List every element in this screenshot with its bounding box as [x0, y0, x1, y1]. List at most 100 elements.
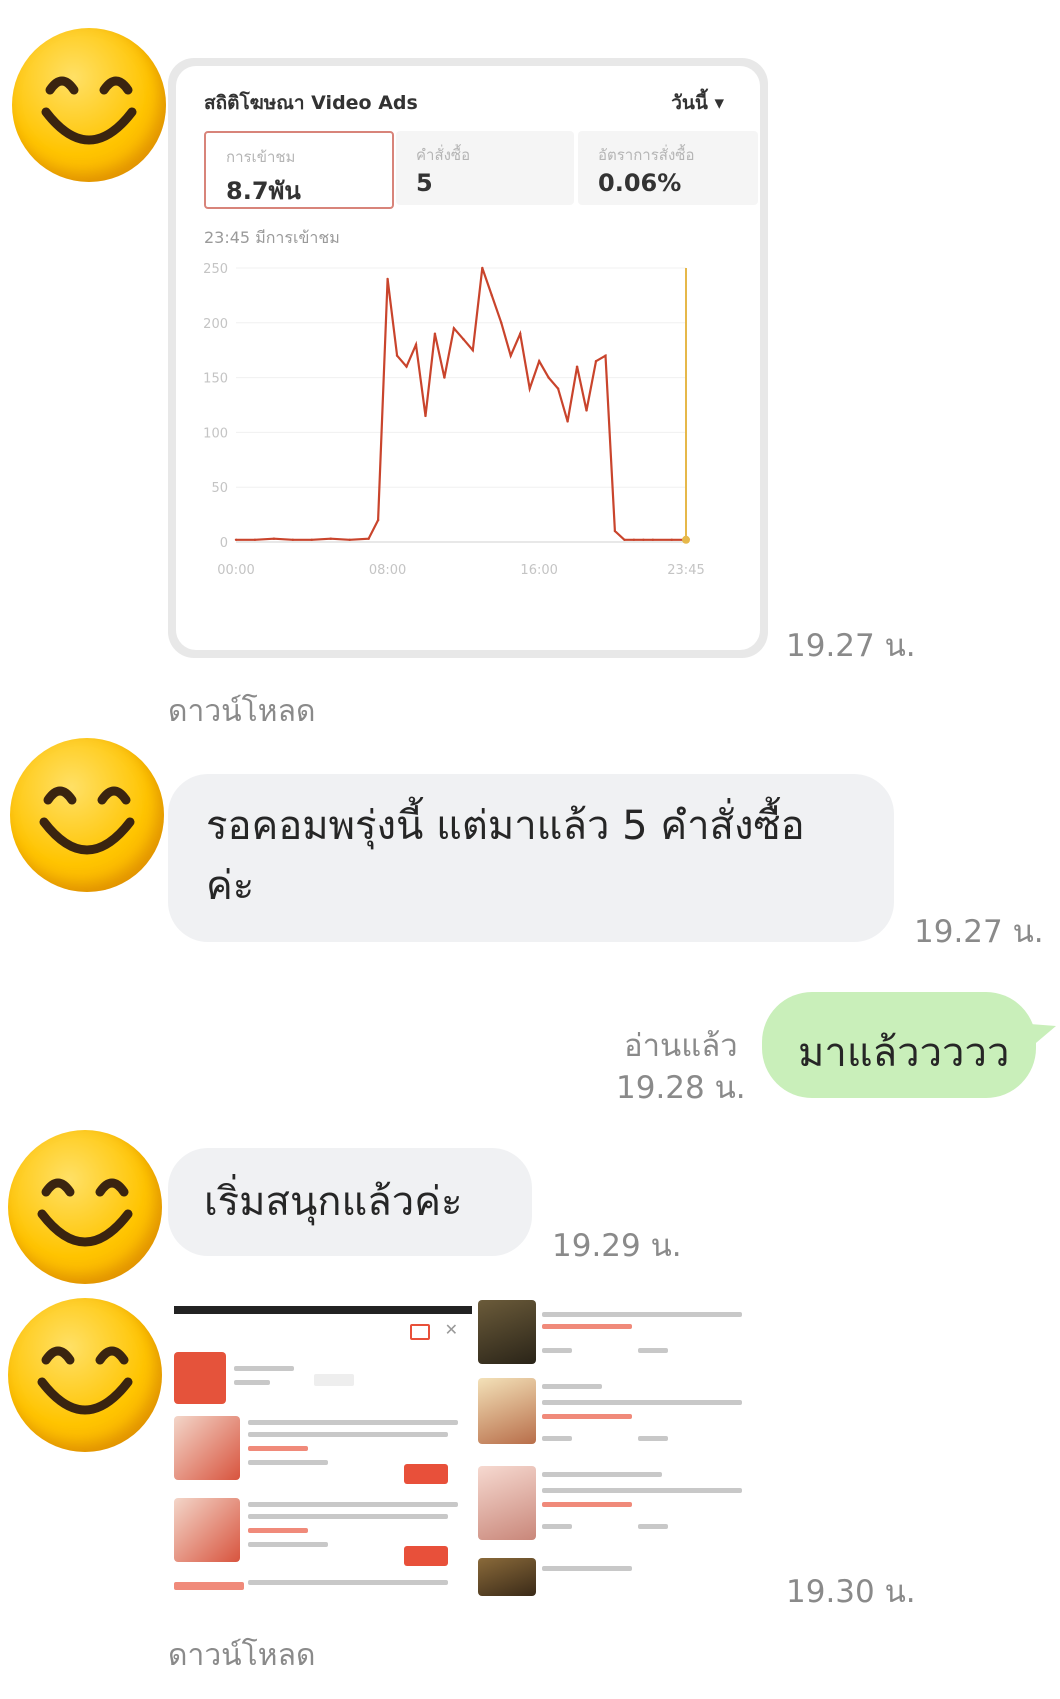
- chart-point: [443, 376, 446, 379]
- kpi-value: 5: [416, 169, 433, 197]
- message-time: 19.27 น.: [786, 628, 916, 664]
- video-list-panel: [478, 1296, 774, 1596]
- avatar[interactable]: [8, 1298, 162, 1452]
- smile-emoji-icon: [37, 1178, 133, 1247]
- chart-point: [386, 277, 389, 281]
- avatar[interactable]: [10, 738, 164, 892]
- chart-point: [481, 266, 484, 270]
- chart-point: [291, 538, 295, 542]
- chart-point: [537, 359, 541, 363]
- chart-cursor-dot: [682, 535, 690, 544]
- kpi-views: การเข้าชม 8.7พัน: [204, 131, 394, 209]
- video-thumbnail: [478, 1378, 536, 1444]
- x-tick-label: 16:00: [520, 563, 557, 578]
- kpi-value: 0.06%: [598, 169, 682, 197]
- y-tick-label: 150: [203, 372, 228, 387]
- kpi-label: คำสั่งซื้อ: [416, 146, 471, 164]
- chart-point: [234, 538, 238, 542]
- products-screenshot-image[interactable]: ✕: [168, 1296, 774, 1596]
- avatar[interactable]: [12, 28, 166, 182]
- chart-point: [348, 538, 351, 542]
- kpi-value: 8.7พัน: [226, 177, 301, 205]
- chart-point: [395, 354, 399, 357]
- chart-point: [500, 321, 503, 324]
- chart-point: [613, 529, 617, 533]
- chart-point: [253, 538, 257, 542]
- x-tick-label: 23:45: [667, 563, 704, 578]
- chart-point: [433, 332, 437, 335]
- stats-card: สถิติโฆษณา Video Ads วันนี้ ▾ การเข้าชม …: [176, 66, 760, 650]
- download-link[interactable]: ดาวน์โหลด: [168, 1632, 315, 1679]
- product-thumbnail: [174, 1416, 240, 1480]
- chart-series-line: [236, 267, 686, 541]
- chart-point: [585, 409, 588, 412]
- message-time: 19.30 น.: [786, 1574, 916, 1610]
- cart-icon: [410, 1324, 430, 1340]
- kpi-conversion: อัตราการสั่งซื้อ 0.06%: [578, 131, 758, 205]
- chart-point: [509, 354, 512, 357]
- message-text: มาแล้ววววว: [798, 1030, 1010, 1076]
- chart-point: [462, 338, 465, 341]
- kpi-label: การเข้าชม: [226, 148, 296, 166]
- product-thumbnail: [174, 1498, 240, 1562]
- shop-logo: [174, 1352, 226, 1404]
- chart-point: [329, 537, 332, 540]
- stats-title: สถิติโฆษณา Video Ads: [204, 92, 418, 114]
- message-text: รอคอมพรุ่งนี้ แต่มาแล้ว 5 คำสั่งซื้อค่ะ: [206, 803, 805, 909]
- views-line-chart: 250 200 150 100 50 0 00:00 08:00 16:00 23:45: [203, 262, 705, 578]
- stats-screenshot-image[interactable]: สถิติโฆษณา Video Ads วันนี้ ▾ การเข้าชม …: [168, 58, 768, 658]
- message-time: 19.27 น.: [914, 914, 1044, 950]
- video-thumbnail: [478, 1300, 536, 1364]
- chart-point: [556, 387, 560, 390]
- x-tick-label: 00:00: [217, 563, 254, 578]
- product-list-panel: ✕: [174, 1306, 472, 1596]
- chart-point: [604, 354, 607, 357]
- period-selector: วันนี้ ▾: [671, 92, 724, 114]
- y-tick-label: 0: [220, 536, 228, 551]
- smile-emoji-icon: [37, 1346, 133, 1415]
- kpi-orders: คำสั่งซื้อ 5: [396, 131, 574, 205]
- outgoing-message-bubble[interactable]: มาแล้ววววว: [762, 992, 1056, 1098]
- chart-point: [272, 537, 276, 540]
- chart-point: [642, 538, 645, 542]
- chart-point: [424, 414, 427, 418]
- bubble-tail-icon: [1030, 1024, 1056, 1048]
- message-time: 19.29 น.: [552, 1228, 682, 1264]
- close-icon: ✕: [444, 1320, 458, 1339]
- chart-point: [566, 420, 569, 423]
- chart-point: [490, 294, 493, 297]
- avatar[interactable]: [8, 1130, 162, 1284]
- chart-point: [547, 376, 550, 379]
- incoming-message-bubble[interactable]: เริ่มสนุกแล้วค่ะ: [168, 1148, 532, 1256]
- chart-point: [310, 538, 313, 542]
- message-text: เริ่มสนุกแล้วค่ะ: [204, 1179, 463, 1225]
- kpi-label: อัตราการสั่งซื้อ: [598, 146, 695, 164]
- chart-point: [471, 349, 475, 352]
- chart-point: [452, 327, 456, 330]
- chart-point: [575, 365, 579, 368]
- product-action-button: [404, 1546, 448, 1566]
- smile-emoji-icon: [39, 786, 135, 855]
- incoming-message-bubble[interactable]: รอคอมพรุ่งนี้ แต่มาแล้ว 5 คำสั่งซื้อค่ะ: [168, 774, 894, 942]
- chart-point: [594, 359, 598, 363]
- message-time: 19.28 น.: [616, 1070, 746, 1106]
- chart-point: [405, 365, 408, 368]
- y-tick-label: 200: [203, 317, 228, 332]
- chart-point: [414, 343, 418, 346]
- chart-point: [632, 538, 636, 542]
- video-thumbnail: [478, 1466, 536, 1540]
- chart-point: [519, 332, 522, 335]
- y-tick-label: 100: [203, 426, 228, 441]
- y-tick-label: 250: [203, 262, 228, 277]
- download-link[interactable]: ดาวน์โหลด: [168, 688, 315, 735]
- chart-point: [367, 537, 370, 540]
- chart-point: [528, 387, 531, 390]
- y-tick-label: 50: [211, 481, 228, 496]
- chart-point: [623, 538, 626, 542]
- chart-point: [376, 518, 380, 522]
- video-thumbnail: [478, 1558, 536, 1596]
- x-tick-label: 08:00: [369, 563, 406, 578]
- chart-point: [670, 538, 673, 542]
- chart-point: [651, 538, 655, 542]
- smile-emoji-icon: [41, 76, 137, 145]
